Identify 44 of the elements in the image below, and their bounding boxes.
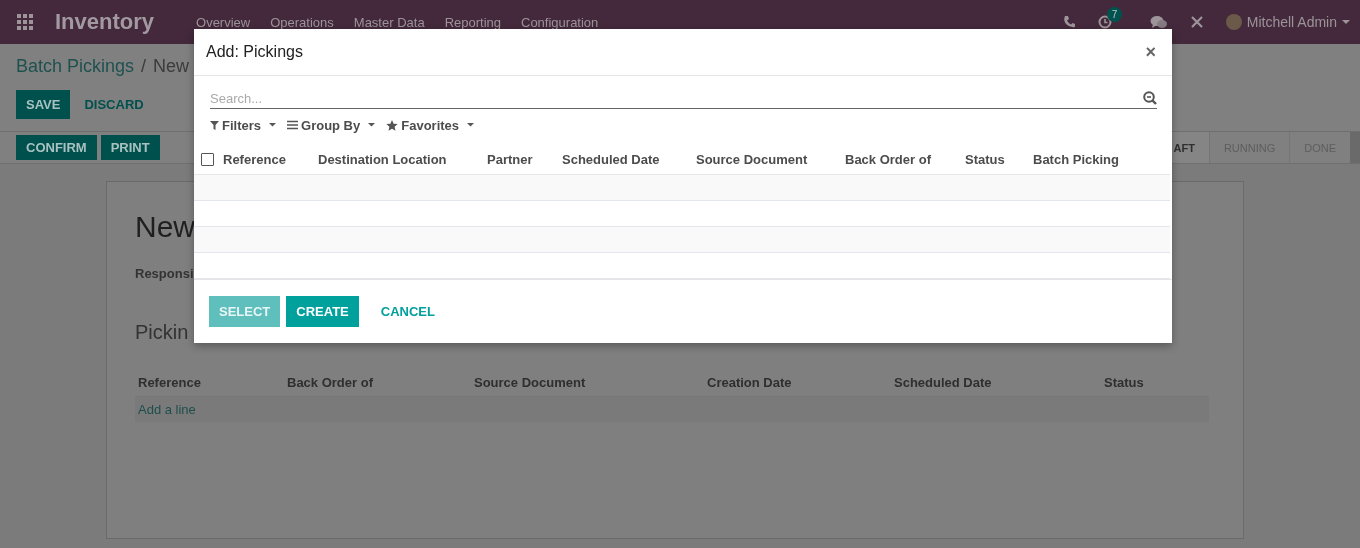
section-title: Pickin [135, 321, 189, 344]
avatar [1225, 14, 1242, 30]
field-label: Responsi [135, 266, 194, 281]
caret-icon [467, 123, 475, 128]
chat-icon[interactable] [1149, 15, 1168, 29]
apps-menu-icon[interactable] [17, 14, 33, 30]
create-button[interactable]: CREATE [286, 296, 359, 327]
app-name: Inventory [55, 9, 155, 35]
menu-item[interactable]: Operations [270, 14, 334, 30]
column-header: Status [1103, 374, 1145, 392]
column-header: Creation Date [706, 374, 793, 392]
caret-icon [368, 123, 376, 128]
status-step[interactable]: AFT [1171, 132, 1209, 163]
filter-icon [210, 120, 219, 131]
caret-icon [269, 123, 276, 128]
list-icon [287, 120, 298, 131]
column-header: Source Document [473, 374, 587, 392]
search-option-dropdown[interactable]: Favorites [386, 117, 475, 133]
menu-item[interactable]: Configuration [521, 14, 599, 30]
confirm-button[interactable]: CONFIRM [16, 135, 97, 160]
activity-count-badge: 7 [1106, 7, 1123, 22]
search-option-dropdown[interactable]: Group By [287, 117, 376, 133]
select-all-checkbox[interactable] [201, 153, 214, 166]
menu-item[interactable]: Reporting [444, 14, 501, 30]
user-menu[interactable]: Mitchell Admin [1225, 14, 1350, 30]
star-icon [386, 119, 399, 131]
print-button[interactable]: PRINT [100, 135, 160, 160]
column-header: Scheduled Date [893, 374, 993, 392]
menu-item[interactable]: Master Data [353, 14, 425, 30]
dialog-title: Add: Pickings [206, 43, 304, 62]
column-header: Back Order of [286, 374, 374, 392]
menu-item[interactable]: Overview [196, 14, 251, 30]
record-title: New [135, 210, 195, 245]
search-option-dropdown[interactable]: Filters [210, 117, 276, 133]
column-header: Reference [137, 374, 202, 392]
phone-icon[interactable] [1061, 15, 1076, 29]
close-button[interactable]: × [1141, 41, 1160, 63]
search-icon[interactable] [1143, 91, 1157, 106]
cancel-button[interactable]: CANCEL [364, 296, 445, 327]
breadcrumb-separator: / [141, 56, 147, 78]
clock-icon[interactable] [1097, 15, 1112, 29]
caret-icon [1342, 20, 1350, 24]
breadcrumb-current: New [153, 56, 190, 78]
save-button[interactable]: SAVE [16, 90, 71, 119]
